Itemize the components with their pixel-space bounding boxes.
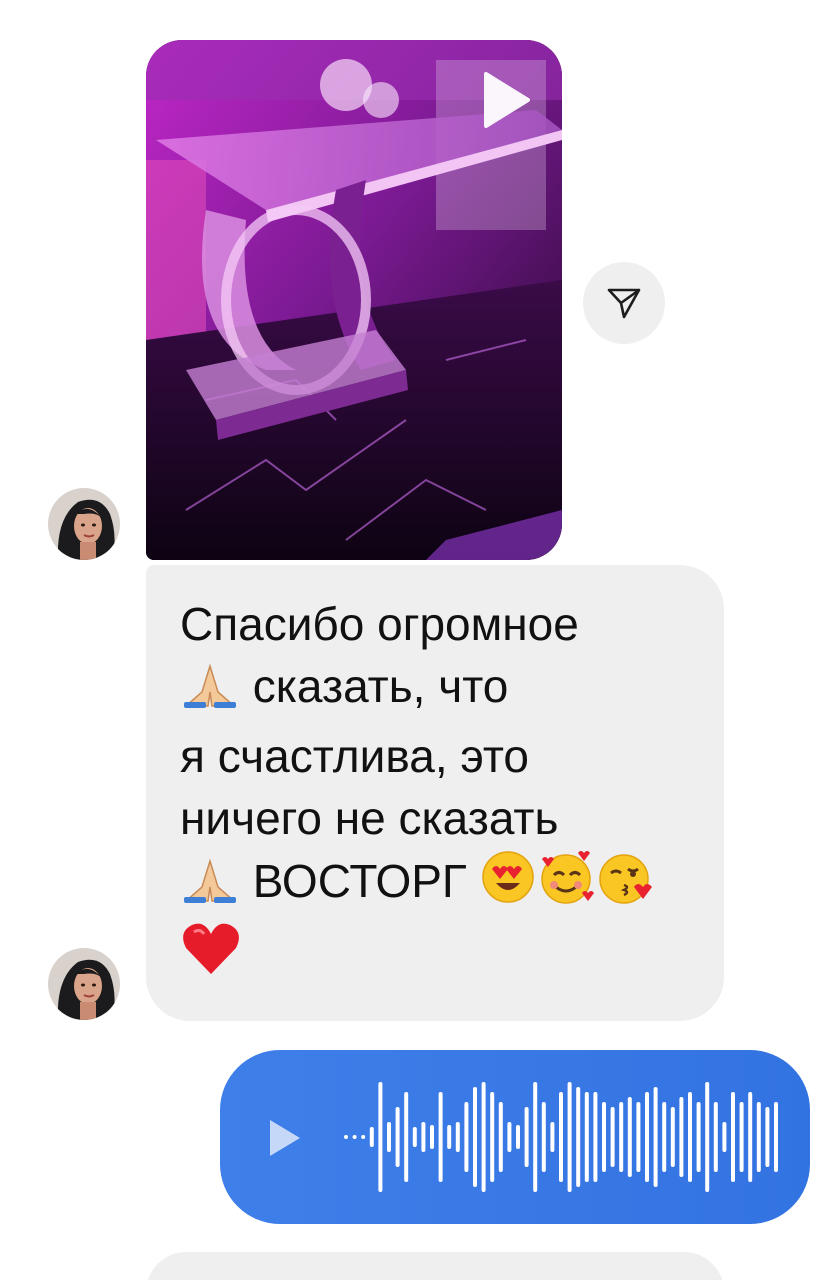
- folded-hands-icon: [180, 662, 240, 725]
- waveform-bar: [662, 1102, 667, 1172]
- heart-eyes-icon: [480, 849, 536, 920]
- waveform-bar: [713, 1102, 718, 1172]
- waveform-bar: [774, 1102, 778, 1172]
- folded-hands-icon: [180, 857, 240, 920]
- waveform-bar: [404, 1092, 409, 1182]
- waveform-bar: [688, 1092, 692, 1182]
- waveform-bar: [524, 1107, 529, 1167]
- waveform-bar: [748, 1092, 753, 1182]
- shared-video-card[interactable]: [146, 40, 562, 560]
- waveform-bar: [490, 1092, 495, 1182]
- waveform-bar: [645, 1092, 649, 1182]
- waveform-bar: [559, 1092, 563, 1182]
- waveform-bar: [395, 1107, 400, 1167]
- waveform-bar: [464, 1102, 469, 1172]
- play-icon[interactable]: [264, 1116, 304, 1160]
- waveform-bar: [610, 1107, 615, 1167]
- play-icon[interactable]: [482, 70, 532, 130]
- waveform-bar: [653, 1087, 658, 1187]
- waveform-bar: [731, 1092, 735, 1182]
- red-heart-icon: [180, 920, 242, 991]
- waveform-bar: [636, 1102, 641, 1172]
- waveform-bar: [602, 1102, 606, 1172]
- waveform-bar: [705, 1082, 710, 1192]
- smiling-hearts-icon: [536, 849, 596, 920]
- message-line: я счастлива, это: [180, 730, 529, 782]
- waveform-bar: [756, 1102, 761, 1172]
- message-line: ничего не сказать: [180, 792, 559, 844]
- share-button[interactable]: [583, 262, 665, 344]
- waveform-bar: [438, 1092, 443, 1182]
- waveform-bar: [550, 1122, 555, 1152]
- waveform-bar: [584, 1092, 589, 1182]
- waveform-bar: [627, 1097, 632, 1177]
- message-line: сказать, что: [240, 660, 509, 712]
- kissing-heart-icon: [596, 849, 656, 920]
- waveform-bar: [412, 1127, 417, 1147]
- waveform-bar: [421, 1122, 426, 1152]
- message-line: Спасибо огромное: [180, 598, 579, 650]
- message-line: ВОСТОРГ: [240, 855, 480, 907]
- waveform-bar: [369, 1127, 374, 1147]
- waveform-bar: [507, 1122, 512, 1152]
- waveform-bar: [473, 1087, 477, 1187]
- waveform-bar: [593, 1092, 598, 1182]
- voice-message-bubble[interactable]: [220, 1050, 810, 1224]
- waveform-bar: [722, 1122, 727, 1152]
- waveform-bar: [378, 1082, 383, 1192]
- waveform-bar: [387, 1122, 391, 1152]
- waveform-bar: [516, 1125, 520, 1149]
- incoming-message-bubble[interactable]: [146, 1252, 724, 1280]
- waveform-bar: [498, 1102, 503, 1172]
- waveform-bar: [739, 1102, 744, 1172]
- waveform-bar: [455, 1122, 460, 1152]
- message-text: Спасибо огромное сказать, что я счастлив…: [180, 593, 690, 991]
- waveform-bar: [481, 1082, 486, 1192]
- waveform-bar: [679, 1097, 684, 1177]
- avatar-photo: [48, 948, 120, 1020]
- waveform-bar: [541, 1102, 546, 1172]
- waveform-bar: [670, 1107, 675, 1167]
- waveform-bar: [344, 1135, 348, 1139]
- waveform-bar: [567, 1082, 572, 1192]
- waveform-bar: [696, 1102, 701, 1172]
- avatar-photo: [48, 488, 120, 560]
- chat-screen: Спасибо огромное сказать, что я счастлив…: [0, 0, 822, 1280]
- incoming-message-bubble[interactable]: Спасибо огромное сказать, что я счастлив…: [146, 565, 724, 1021]
- paper-plane-icon: [607, 288, 641, 319]
- avatar[interactable]: [48, 488, 120, 560]
- avatar[interactable]: [48, 948, 120, 1020]
- waveform-bar: [765, 1107, 770, 1167]
- waveform-bar: [533, 1082, 538, 1192]
- waveform-bar: [619, 1102, 624, 1172]
- waveform-bar: [576, 1087, 581, 1187]
- waveform-bar: [447, 1125, 452, 1149]
- waveform-bar: [361, 1135, 366, 1139]
- waveform-bar: [352, 1135, 357, 1139]
- waveform-bar: [430, 1125, 434, 1149]
- voice-waveform[interactable]: [340, 1050, 790, 1224]
